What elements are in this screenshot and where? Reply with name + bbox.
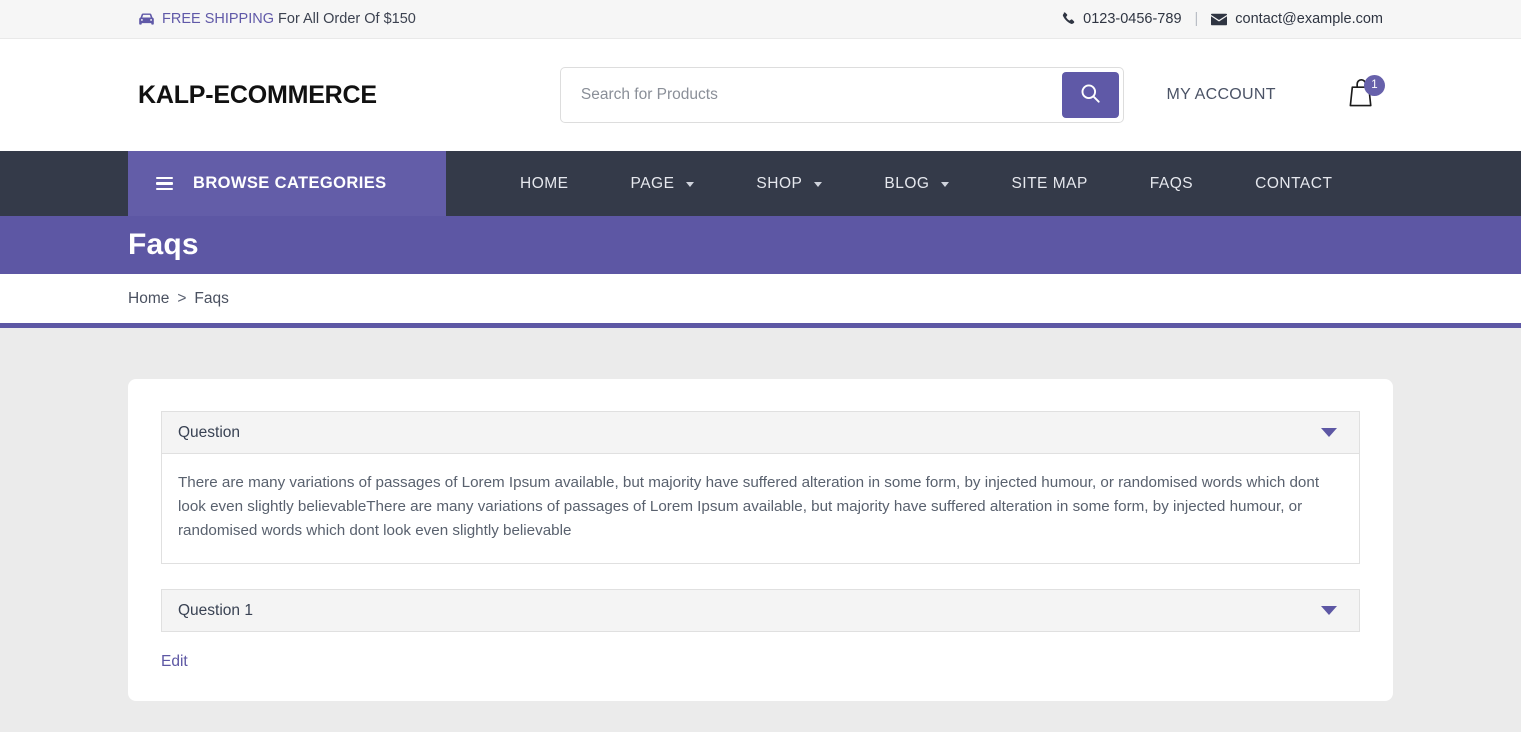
faq-answer-0: There are many variations of passages of… [178,474,1320,539]
breadcrumb-separator: > [177,289,187,307]
nav-item-faqs-label: FAQS [1149,174,1194,192]
faq-accordion: Question There are many variations of pa… [161,411,1360,632]
breadcrumb-home-link[interactable]: Home [128,290,169,308]
nav-item-site-map-label: SITE MAP [1011,174,1088,192]
shipping-highlight-label: FREE SHIPPING [162,11,274,27]
nav-item-page-label: PAGE [630,174,675,192]
page-title: Faqs [128,228,199,261]
breadcrumb: Home > Faqs [0,274,1521,323]
phone-number: 0123-0456-789 [1083,11,1182,27]
nav-item-page[interactable]: PAGE [600,151,726,216]
faq-item-header-0[interactable]: Question [161,411,1360,454]
nav-item-contact-label: CONTACT [1255,174,1333,192]
search-bar [559,67,1125,123]
nav-menu: HOME PAGE SHOP BLOG SITE MAP FAQS CONTAC… [446,151,1363,216]
main-navigation-bar: BROWSE CATEGORIES HOME PAGE SHOP BLOG SI… [0,151,1521,216]
nav-item-faqs[interactable]: FAQS [1119,151,1224,216]
contact-separator: | [1194,11,1199,27]
edit-link[interactable]: Edit [161,653,188,671]
page-banner: Faqs [0,216,1521,274]
site-logo[interactable]: KALP-ECOMMERCE [138,81,377,110]
faq-card: Question There are many variations of pa… [128,379,1393,701]
caret-down-icon[interactable] [1321,428,1337,437]
nav-item-contact[interactable]: CONTACT [1224,151,1363,216]
nav-item-site-map[interactable]: SITE MAP [980,151,1118,216]
browse-categories-label: BROWSE CATEGORIES [193,174,387,192]
contact-info: 0123-0456-789 | contact@example.com [1061,11,1383,27]
envelope-icon [1211,13,1228,26]
nav-item-home[interactable]: HOME [489,151,600,216]
email-contact[interactable]: contact@example.com [1211,11,1383,27]
phone-contact[interactable]: 0123-0456-789 [1061,11,1182,27]
caret-down-icon[interactable] [1321,606,1337,615]
faq-question-0: Question [178,423,241,441]
nav-item-home-label: HOME [520,174,569,192]
faq-item-header-1[interactable]: Question 1 [161,589,1360,632]
chevron-down-icon [686,182,695,187]
chevron-down-icon [941,182,950,187]
nav-item-blog[interactable]: BLOG [853,151,980,216]
search-input[interactable] [564,72,1063,118]
chevron-down-icon [814,182,823,187]
faq-question-1: Question 1 [178,601,253,619]
shipping-notice: FREE SHIPPING For All Order Of $150 [138,11,416,27]
faq-item-body-0: There are many variations of passages of… [161,454,1360,564]
nav-item-blog-label: BLOG [884,174,930,192]
phone-icon [1061,12,1075,26]
cart-count-badge: 1 [1364,75,1385,96]
search-icon [1080,83,1101,107]
site-header: KALP-ECOMMERCE MY ACCOUNT 1 [0,39,1521,151]
nav-item-shop-label: SHOP [756,174,803,192]
top-info-bar: FREE SHIPPING For All Order Of $150 0123… [0,0,1521,39]
nav-item-shop[interactable]: SHOP [725,151,853,216]
email-address: contact@example.com [1235,11,1383,27]
hamburger-icon [156,176,173,191]
main-content: Question There are many variations of pa… [0,328,1521,732]
my-account-link[interactable]: MY ACCOUNT [1166,86,1275,104]
browse-categories-button[interactable]: BROWSE CATEGORIES [128,151,446,216]
cart-button[interactable]: 1 [1342,73,1385,117]
shipping-highlight-text: FREE SHIPPING For All Order Of $150 [162,11,416,27]
car-icon [138,13,155,26]
search-button[interactable] [1062,72,1120,118]
breadcrumb-current: Faqs [194,289,229,307]
shipping-rest-label: For All Order Of $150 [274,11,416,27]
